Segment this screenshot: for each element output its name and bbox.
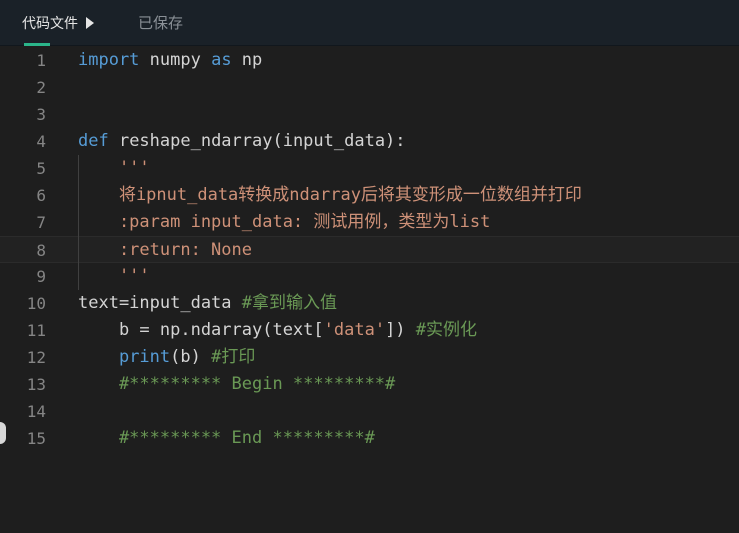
code-editor[interactable]: 1 import numpy as np 2 3 4 def reshape_n… [0,46,739,533]
play-arrow-icon[interactable] [86,17,94,29]
code-line[interactable]: 13 #********* Begin *********# [0,371,739,398]
indent-guide [78,155,79,290]
code-text[interactable]: ''' [78,263,150,290]
code-text[interactable]: def reshape_ndarray(input_data): [78,128,406,155]
code-text[interactable]: #********* Begin *********# [78,371,395,398]
line-number: 8 [36,241,46,260]
line-number: 11 [26,321,46,340]
code-text[interactable]: ''' [78,155,150,182]
code-text[interactable]: b = np.ndarray(text['data']) #实例化 [78,317,477,344]
line-number: 1 [36,51,46,70]
code-line[interactable]: 3 [0,101,739,128]
save-status: 已保存 [138,14,184,32]
code-line[interactable]: 5 ''' [0,155,739,182]
line-number: 5 [36,159,46,178]
code-line[interactable]: 1 import numpy as np [0,47,739,74]
code-line[interactable]: 12 print(b) #打印 [0,344,739,371]
line-number: 10 [26,294,46,313]
line-number: 12 [26,348,46,367]
code-line[interactable]: 7 :param input_data: 测试用例，类型为list [0,209,739,236]
line-number: 14 [26,402,46,421]
line-number: 2 [36,78,46,97]
code-text[interactable]: :param input_data: 测试用例，类型为list [78,209,490,236]
code-text[interactable]: print(b) #打印 [78,344,255,371]
code-line[interactable]: 2 [0,74,739,101]
line-number: 7 [36,213,46,232]
line-number: 13 [26,375,46,394]
line-number: 3 [36,105,46,124]
code-text[interactable]: text=input_data #拿到输入值 [78,290,337,317]
file-tab-label: 代码文件 [22,16,78,32]
code-line[interactable]: 6 将ipnut_data转换成ndarray后将其变形成一位数组并打印 [0,182,739,209]
code-text[interactable]: 将ipnut_data转换成ndarray后将其变形成一位数组并打印 [78,182,582,209]
line-number: 4 [36,132,46,151]
side-handle[interactable] [0,422,6,444]
code-line-active[interactable]: 8 :return: None [0,236,739,263]
code-text[interactable]: #********* End *********# [78,425,375,452]
line-number: 15 [26,429,46,448]
code-line[interactable]: 14 [0,398,739,425]
editor-toolbar: 代码文件 已保存 [0,0,739,46]
code-line[interactable]: 4 def reshape_ndarray(input_data): [0,128,739,155]
code-line[interactable]: 9 ''' [0,263,739,290]
line-number: 9 [36,267,46,286]
code-text[interactable]: import numpy as np [78,47,262,74]
code-text[interactable]: :return: None [78,237,252,264]
file-tab[interactable]: 代码文件 [22,11,94,35]
code-line[interactable]: 11 b = np.ndarray(text['data']) #实例化 [0,317,739,344]
line-number: 6 [36,186,46,205]
code-line[interactable]: 15 #********* End *********# [0,425,739,452]
code-line[interactable]: 10 text=input_data #拿到输入值 [0,290,739,317]
